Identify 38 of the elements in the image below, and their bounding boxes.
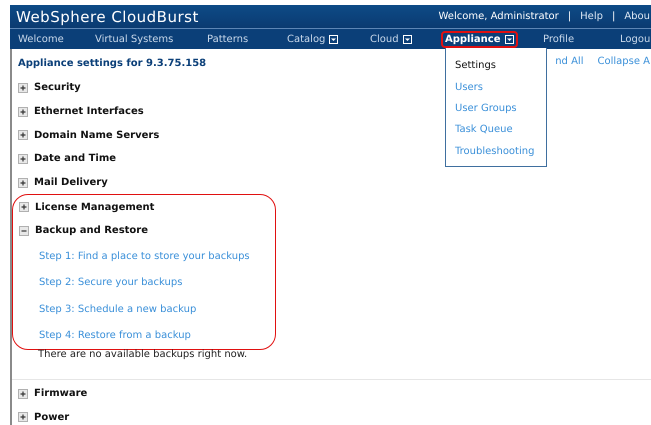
section-header[interactable]: Mail Delivery [34,177,108,188]
expand-icon[interactable] [18,106,28,117]
header-link[interactable]: Help [580,11,603,22]
nav-tab[interactable]: Virtual Systems [93,32,176,46]
nav-tab[interactable]: Cloud [368,32,414,46]
empty-message: There are no available backups right now. [38,349,248,360]
nav-tab[interactable]: Patterns [205,32,250,46]
page-heading: Appliance settings for 9.3.75.158 [18,58,206,68]
dropdown-icon[interactable] [402,34,412,44]
expand-icon[interactable] [18,154,28,164]
header-link[interactable]: Abou [624,11,650,22]
nav-tab[interactable]: Profile [541,32,576,46]
collapse-icon[interactable] [19,226,29,236]
nav-tab[interactable]: Appliance [443,32,516,46]
nav-tab[interactable]: Welcome [16,32,66,46]
expand-icon[interactable] [18,130,28,140]
menu-item[interactable]: Settings [455,55,546,76]
dropdown-icon[interactable] [329,34,338,44]
nav-tab[interactable]: Catalog [285,32,340,46]
separator: | [612,11,616,22]
welcome-text: Welcome, Administrator [438,11,559,22]
separator: | [568,11,572,22]
dropdown-icon[interactable] [504,34,514,44]
expand-icon[interactable] [18,82,28,93]
expand-icon[interactable] [18,412,28,422]
expand-icon[interactable] [19,202,29,212]
section-header[interactable]: Backup and Restore [35,225,148,236]
section-header[interactable]: Date and Time [34,153,116,164]
section-header[interactable]: License Management [35,202,154,213]
nav-tab[interactable]: Logou [618,32,651,46]
section-header[interactable]: Power [34,412,70,423]
expand-icon[interactable] [18,178,28,188]
section-header[interactable]: Ethernet Interfaces [34,106,144,118]
expand-icon[interactable] [18,388,28,399]
section-header[interactable]: Domain Name Servers [34,130,160,141]
app-title: WebSphere CloudBurst [16,8,200,26]
section-header[interactable]: Firmware [34,388,88,400]
section-header[interactable]: Security [34,82,81,94]
